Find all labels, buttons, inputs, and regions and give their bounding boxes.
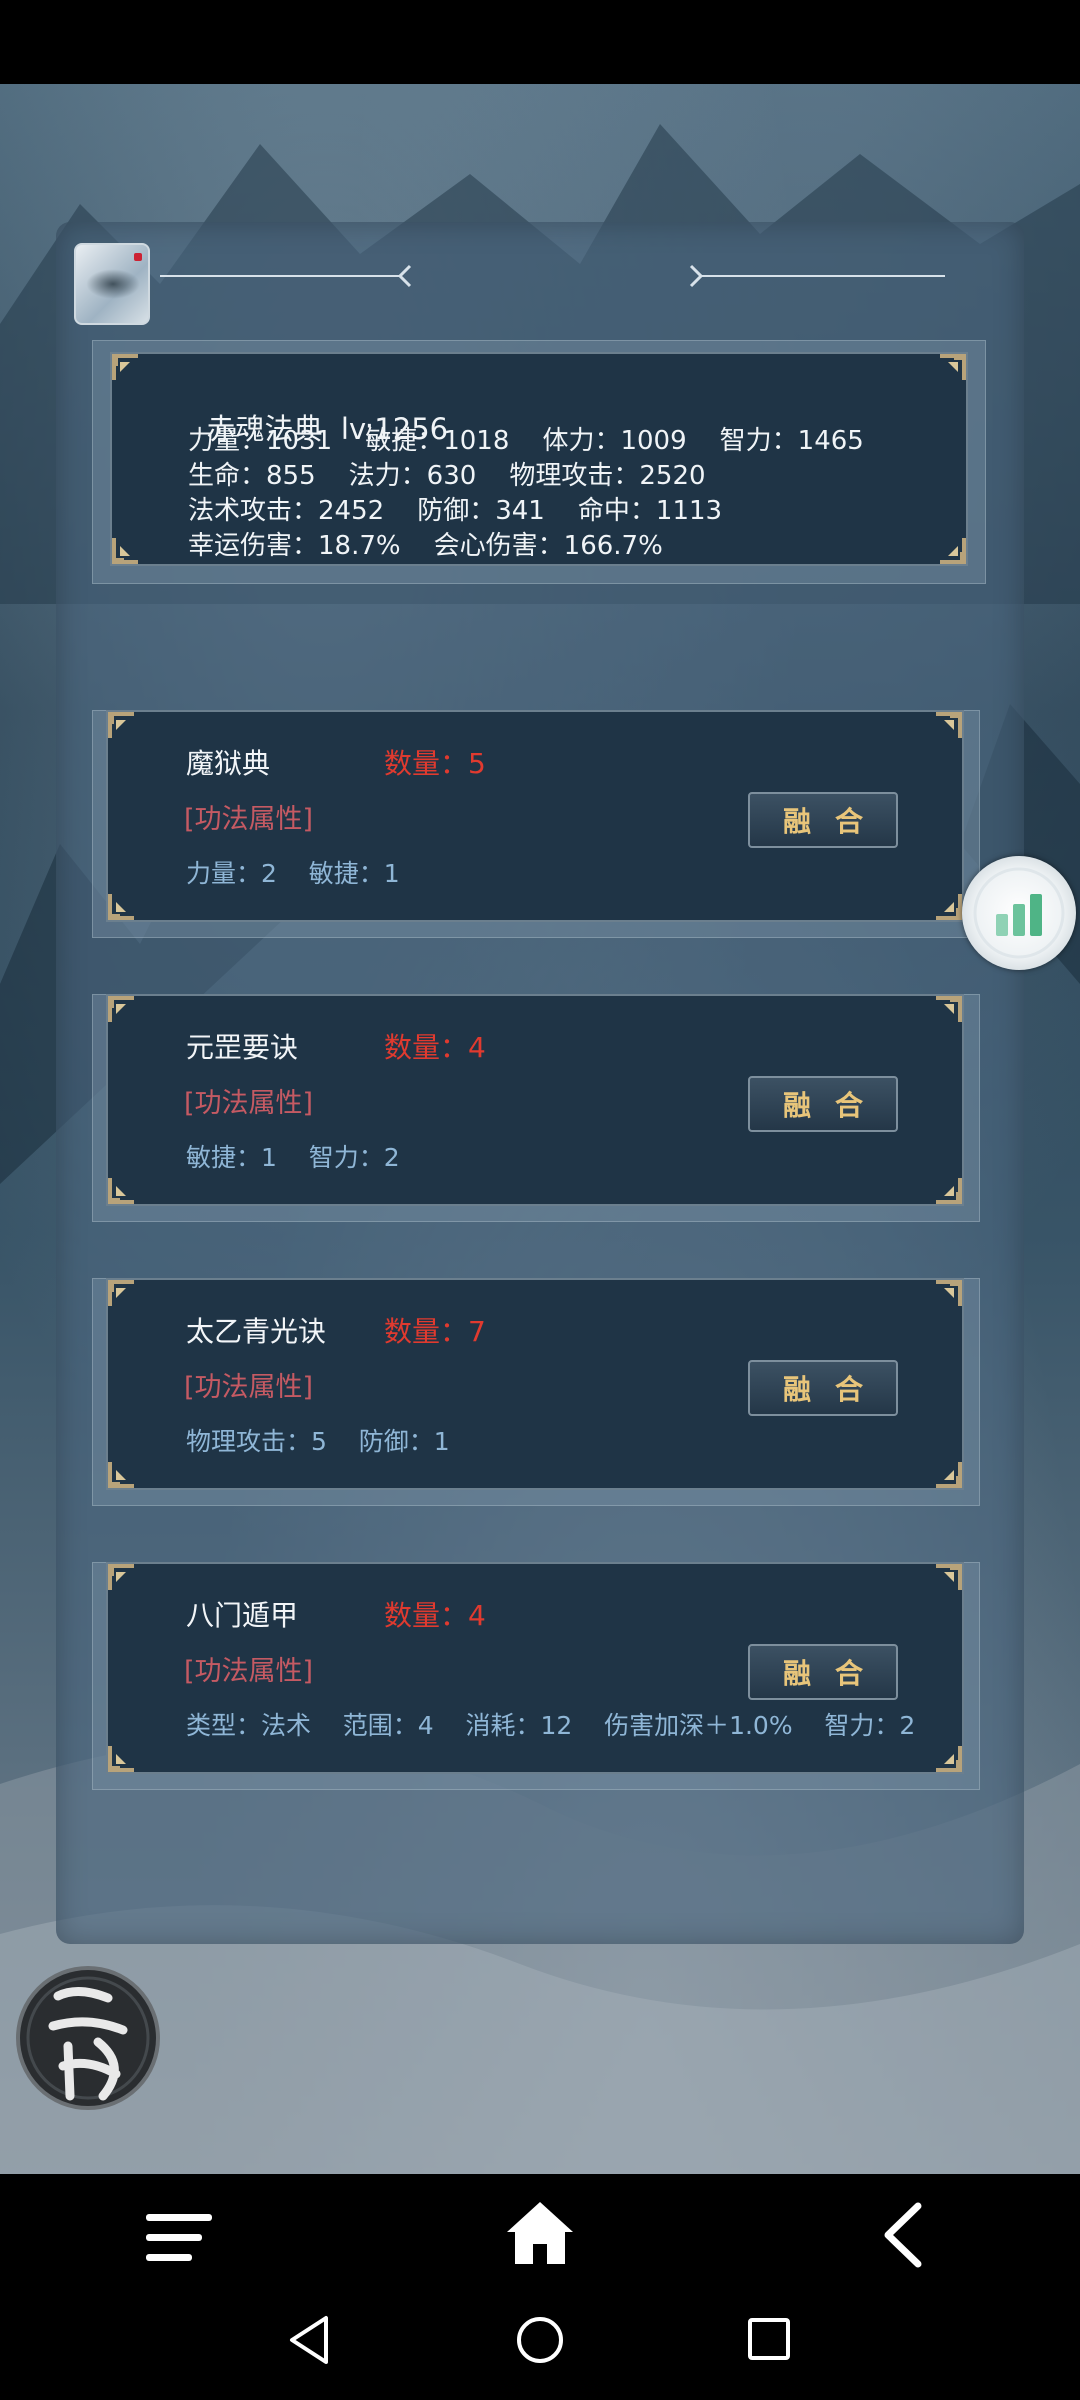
item-count: 数量：4: [384, 1031, 486, 1064]
header-left-ornament: [160, 264, 412, 288]
item-stats: 敏捷：1 智力：2: [186, 1143, 400, 1172]
item-count: 数量：5: [384, 747, 486, 780]
corner-ornament: [106, 994, 136, 1024]
item-stats: 类型：法术 范围：4 消耗：12 伤害加深＋1.0% 智力：2: [186, 1711, 916, 1740]
return-seal-icon[interactable]: [8, 1946, 164, 2126]
corner-ornament: [106, 1460, 136, 1490]
bar-chart-icon[interactable]: [962, 856, 1076, 970]
summary-stats-line-1: 力量：1031 敏捷：1018 体力：1009 智力：1465: [188, 426, 864, 456]
fuse-button[interactable]: 融合: [748, 1360, 898, 1416]
corner-ornament: [934, 1562, 964, 1592]
summary-stats-line-2: 生命：855 法力：630 物理攻击：2520: [188, 461, 706, 491]
item-name: 魔狱典: [186, 747, 271, 780]
corner-ornament: [110, 352, 140, 382]
corner-ornament: [938, 536, 968, 566]
corner-ornament: [106, 710, 136, 740]
fuse-button[interactable]: 融合: [748, 792, 898, 848]
corner-ornament: [934, 1176, 964, 1206]
item-count: 数量：7: [384, 1315, 486, 1348]
item-name: 八门遁甲: [186, 1599, 299, 1632]
corner-ornament: [934, 1278, 964, 1308]
item-name: 太乙青光诀: [186, 1315, 327, 1348]
summary-stats-line-4: 幸运伤害：18.7% 会心伤害：166.7%: [188, 531, 663, 561]
chevron-left-icon[interactable]: [880, 2202, 924, 2268]
item-stats: 力量：2 敏捷：1: [186, 859, 400, 888]
corner-ornament: [934, 1744, 964, 1774]
triangle-back-icon[interactable]: [286, 2314, 330, 2366]
corner-ornament: [106, 1744, 136, 1774]
navigation-area: [0, 2174, 1080, 2400]
summary-stats-line-3: 法术攻击：2452 防御：341 命中：1113: [188, 496, 723, 526]
item-name: 元罡要诀: [186, 1031, 299, 1064]
fuse-button[interactable]: 融合: [748, 1076, 898, 1132]
menu-icon[interactable]: [146, 2210, 212, 2266]
corner-ornament: [106, 1562, 136, 1592]
item-attr-label: [功法属性]: [184, 804, 314, 835]
home-icon[interactable]: [505, 2200, 575, 2266]
item-count: 数量：4: [384, 1599, 486, 1632]
item-stats: 物理攻击：5 防御：1: [186, 1427, 450, 1456]
item-attr-label: [功法属性]: [184, 1088, 314, 1119]
status-bar: [0, 0, 1080, 84]
corner-ornament: [106, 1176, 136, 1206]
corner-ornament: [934, 1460, 964, 1490]
corner-ornament: [934, 994, 964, 1024]
corner-ornament: [106, 1278, 136, 1308]
circle-home-icon[interactable]: [514, 2314, 566, 2366]
fuse-button[interactable]: 融合: [748, 1644, 898, 1700]
corner-ornament: [934, 710, 964, 740]
corner-ornament: [938, 352, 968, 382]
corner-ornament: [110, 536, 140, 566]
scroll-avatar-icon[interactable]: [74, 243, 150, 325]
corner-ornament: [106, 892, 136, 922]
square-recents-icon[interactable]: [746, 2316, 792, 2362]
header-right-ornament: [689, 264, 945, 288]
corner-ornament: [934, 892, 964, 922]
item-attr-label: [功法属性]: [184, 1656, 314, 1687]
item-attr-label: [功法属性]: [184, 1372, 314, 1403]
